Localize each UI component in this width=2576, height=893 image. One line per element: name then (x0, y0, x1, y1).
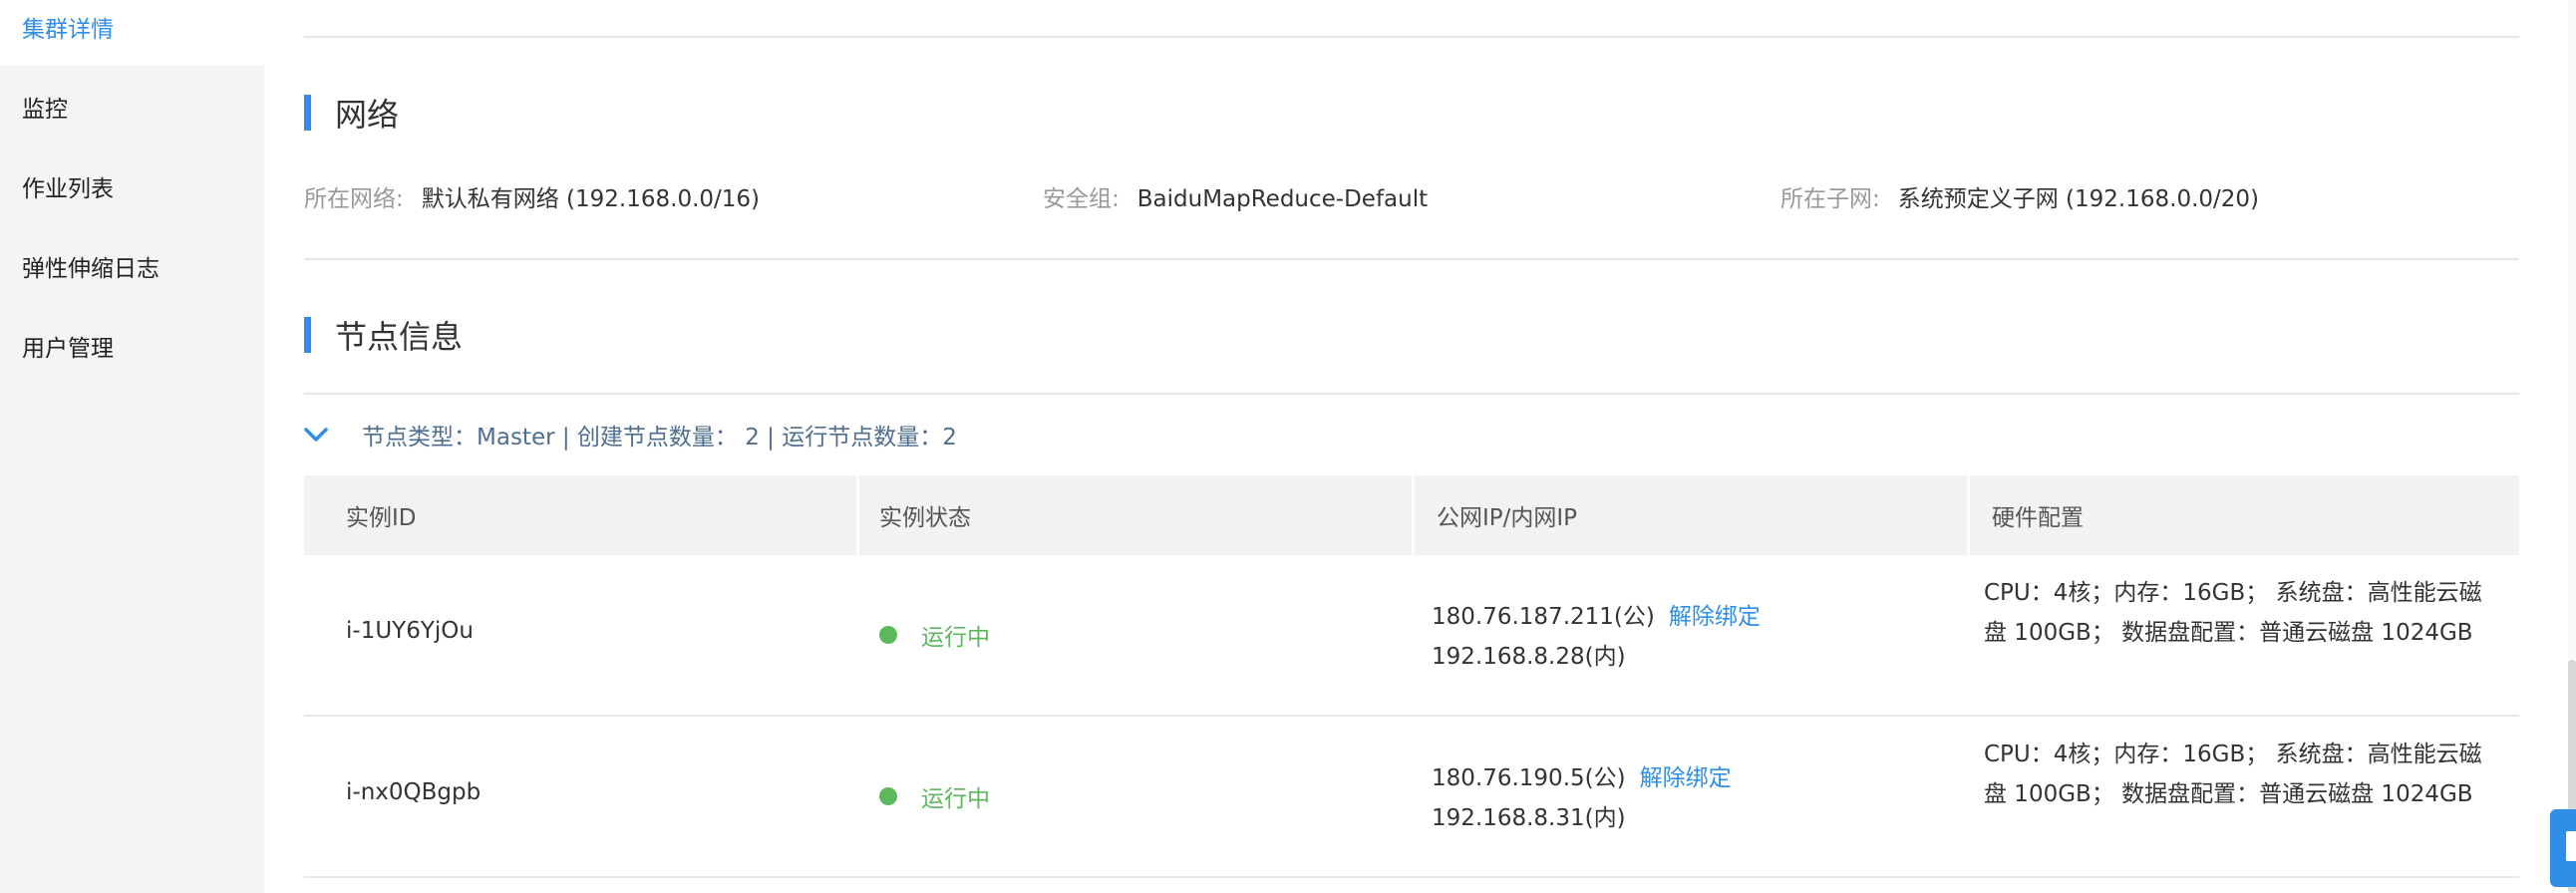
unbind-link[interactable]: 解除绑定 (1669, 604, 1761, 630)
instance-id[interactable]: i-1UY6YjOu (346, 618, 474, 644)
network-section-title: 网络 (304, 94, 399, 134)
public-ip: 180.76.190.5(公) (1432, 765, 1626, 791)
private-ip: 192.168.8.28(内) (1432, 644, 1626, 670)
security-group-value: BaiduMapReduce-Default (1136, 186, 1429, 212)
unbind-link[interactable]: 解除绑定 (1640, 765, 1732, 791)
divider (304, 36, 2519, 38)
status-dot-icon (879, 787, 897, 805)
divider (304, 393, 2519, 395)
status-dot-icon (879, 626, 897, 644)
ip-cell: 180.76.187.211(公) 解除绑定 192.168.8.28(内) (1432, 597, 1761, 677)
node-group-summary: 节点类型：Master | 创建节点数量： 2 | 运行节点数量：2 (362, 425, 957, 450)
divider (304, 258, 2519, 260)
ip-cell: 180.76.190.5(公) 解除绑定 192.168.8.31(内) (1432, 758, 1732, 838)
vpc-value: 默认私有网络 (192.168.0.0/16) (421, 186, 761, 212)
subnet-field: 所在子网: 系统预定义子网 (192.168.0.0/20) (1780, 179, 2259, 213)
status-badge: 运行中 (879, 618, 990, 652)
hardware-config: CPU：4核；内存：16GB； 系统盘：高性能云磁盘 100GB； 数据盘配置：… (1984, 580, 2482, 646)
node-group-toggle[interactable]: 节点类型：Master | 创建节点数量： 2 | 运行节点数量：2 (304, 417, 957, 452)
sidebar: 集群详情 监控 作业列表 弹性伸缩日志 用户管理 (0, 0, 264, 893)
subnet-label: 所在子网: (1780, 186, 1880, 212)
column-header-hardware: 硬件配置 (1970, 475, 2519, 555)
network-title: 网络 (335, 96, 400, 134)
sidebar-item-job-list[interactable]: 作业列表 (22, 169, 114, 203)
sidebar-item-monitor[interactable]: 监控 (22, 90, 68, 124)
sidebar-item-autoscaling-log[interactable]: 弹性伸缩日志 (22, 249, 160, 283)
main-content: 网络 所在网络: 默认私有网络 (192.168.0.0/16) 安全组: Baid… (304, 0, 2519, 893)
security-group-field: 安全组: BaiduMapReduce-Default (1043, 179, 1428, 213)
nodes-title: 节点信息 (335, 318, 464, 356)
status-text: 运行中 (921, 625, 990, 651)
section-accent-bar (304, 317, 311, 353)
sidebar-item-user-management[interactable]: 用户管理 (22, 329, 114, 363)
column-header-instance-id: 实例ID (304, 475, 856, 555)
table-row: i-nx0QBgpb 运行中 180.76.190.5(公) 解除绑定 192.1… (304, 717, 2519, 876)
subnet-value: 系统预定义子网 (192.168.0.0/20) (1897, 186, 2260, 212)
row-divider (304, 876, 2519, 878)
feedback-icon (2566, 831, 2576, 861)
nodes-section-title: 节点信息 (304, 316, 463, 356)
feedback-float-button[interactable] (2550, 809, 2576, 887)
vpc-field: 所在网络: 默认私有网络 (192.168.0.0/16) (304, 179, 760, 213)
table-header: 实例ID 实例状态 公网IP/内网IP 硬件配置 (304, 475, 2519, 555)
public-ip: 180.76.187.211(公) (1432, 604, 1655, 630)
instance-id[interactable]: i-nx0QBgpb (346, 779, 481, 805)
vpc-label: 所在网络: (304, 186, 404, 212)
security-group-label: 安全组: (1043, 186, 1120, 212)
sidebar-item-cluster-detail[interactable]: 集群详情 (22, 10, 114, 44)
hardware-config: CPU：4核；内存：16GB； 系统盘：高性能云磁盘 100GB； 数据盘配置：… (1984, 742, 2482, 807)
table-row: i-1UY6YjOu 运行中 180.76.187.211(公) 解除绑定 192… (304, 555, 2519, 715)
status-badge: 运行中 (879, 779, 990, 813)
private-ip: 192.168.8.31(内) (1432, 805, 1626, 831)
column-header-ip: 公网IP/内网IP (1415, 475, 1967, 555)
column-header-instance-status: 实例状态 (859, 475, 1412, 555)
section-accent-bar (304, 95, 311, 131)
chevron-down-icon (304, 428, 328, 442)
status-text: 运行中 (921, 786, 990, 812)
